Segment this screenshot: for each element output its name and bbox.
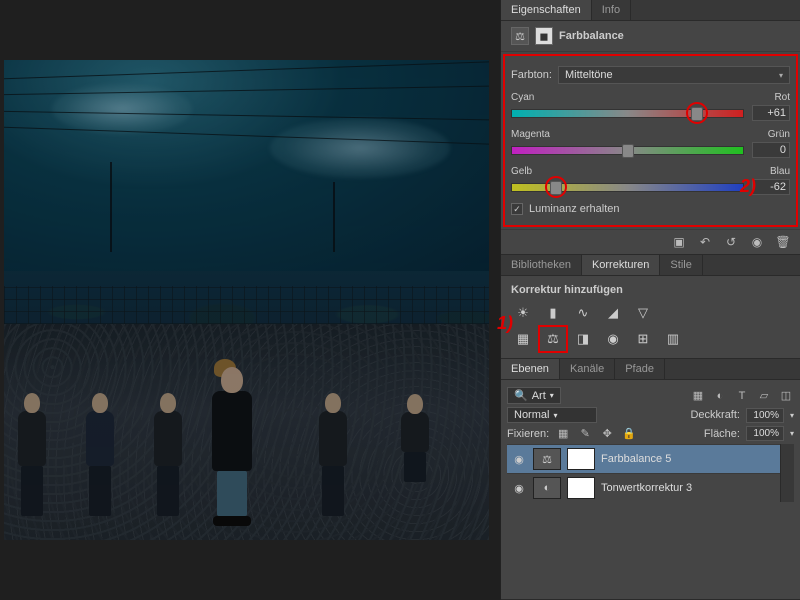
value-cyan-rot[interactable]: +61 (752, 105, 790, 121)
trash-icon[interactable]: 🗑 (774, 234, 792, 250)
eye-icon[interactable]: ◉ (511, 482, 527, 495)
filter-smart-icon[interactable]: ◫ (778, 389, 794, 403)
slider-thumb-mg[interactable] (622, 144, 634, 158)
label-blau: Blau (770, 166, 790, 177)
adjustments-panel: Bibliotheken Korrekturen Stile Korrektur… (501, 255, 800, 359)
clip-icon[interactable]: ▣ (670, 234, 688, 250)
layer-mask-thumb[interactable] (567, 448, 595, 470)
adj-vibrance-icon[interactable]: ▽ (631, 302, 655, 324)
flaeche-label: Fläche: (704, 428, 740, 440)
slider-gelb-blau[interactable] (511, 183, 744, 192)
flaeche-value[interactable]: 100% (746, 426, 784, 441)
adj-hue-icon[interactable]: ▦ (511, 328, 535, 350)
layer-name[interactable]: Tonwertkorrektur 3 (601, 482, 692, 494)
tab-ebenen[interactable]: Ebenen (501, 359, 560, 379)
tab-kanaele[interactable]: Kanäle (560, 359, 615, 379)
layer-adj-thumb[interactable]: ◐ (533, 477, 561, 499)
filter-image-icon[interactable]: ▦ (690, 389, 706, 403)
eye-icon[interactable]: ◉ (511, 453, 527, 466)
label-rot: Rot (774, 92, 790, 103)
luminanz-checkbox[interactable]: ✓ (511, 203, 523, 215)
panels-column: Eigenschaften Info ⚖ ◼ Farbbalance Farbt… (500, 0, 800, 600)
farbton-label: Farbton: (511, 69, 552, 81)
adj-lut-icon[interactable]: ▥ (661, 328, 685, 350)
document-image[interactable] (4, 60, 489, 540)
adj-channelmixer-icon[interactable]: ⊞ (631, 328, 655, 350)
lock-pos-icon[interactable]: ✥ (599, 427, 615, 441)
filter-type-icon[interactable]: T (734, 389, 750, 403)
adj-levels-icon[interactable]: ▮ (541, 302, 565, 324)
korrektur-heading: Korrektur hinzufügen (511, 284, 790, 296)
tab-stile[interactable]: Stile (660, 255, 702, 275)
adj-photofilter-icon[interactable]: ◉ (601, 328, 625, 350)
tab-eigenschaften[interactable]: Eigenschaften (501, 0, 592, 20)
label-cyan: Cyan (511, 92, 534, 103)
slider-thumb-yb[interactable] (550, 181, 562, 195)
tab-bibliotheken[interactable]: Bibliotheken (501, 255, 582, 275)
lock-trans-icon[interactable]: ▦ (555, 427, 571, 441)
slider-magenta-gruen[interactable] (511, 146, 744, 155)
layer-filter-dropdown[interactable]: 🔍Art▾ (507, 387, 561, 404)
filter-shape-icon[interactable]: ▱ (756, 389, 772, 403)
adj-curves-icon[interactable]: ∿ (571, 302, 595, 324)
tab-info[interactable]: Info (592, 0, 631, 20)
layer-row[interactable]: ◉ ⚖ Farbbalance 5 (507, 444, 780, 473)
layer-mask-thumb[interactable] (567, 477, 595, 499)
tab-pfade[interactable]: Pfade (615, 359, 665, 379)
value-gelb-blau[interactable]: -62 (752, 179, 790, 195)
label-gruen: Grün (768, 129, 790, 140)
label-magenta: Magenta (511, 129, 550, 140)
label-gelb: Gelb (511, 166, 532, 177)
mask-icon: ◼ (535, 27, 553, 45)
slider-cyan-rot[interactable] (511, 109, 744, 118)
value-magenta-gruen[interactable]: 0 (752, 142, 790, 158)
luminanz-label: Luminanz erhalten (529, 203, 620, 215)
filter-adj-icon[interactable]: ◐ (712, 389, 728, 403)
slider-thumb-cr[interactable] (691, 107, 703, 121)
farbton-value: Mitteltöne (565, 69, 613, 81)
reset-icon[interactable]: ↺ (722, 234, 740, 250)
scrollbar[interactable] (780, 444, 794, 502)
adj-exposure-icon[interactable]: ◢ (601, 302, 625, 324)
canvas-area (0, 0, 500, 600)
dropdown-arrow-icon: ▾ (779, 71, 783, 80)
layer-row[interactable]: ◉ ◐ Tonwertkorrektur 3 (507, 473, 780, 502)
balance-icon: ⚖ (511, 27, 529, 45)
lock-pixels-icon[interactable]: ✎ (577, 427, 593, 441)
adj-colorbalance-icon[interactable]: ⚖ (541, 328, 565, 350)
deckkraft-value[interactable]: 100% (746, 408, 784, 423)
properties-panel: Eigenschaften Info ⚖ ◼ Farbbalance Farbt… (501, 0, 800, 255)
adj-bw-icon[interactable]: ◨ (571, 328, 595, 350)
layer-adj-thumb[interactable]: ⚖ (533, 448, 561, 470)
lock-all-icon[interactable]: 🔒 (621, 427, 637, 441)
blend-mode-dropdown[interactable]: Normal▾ (507, 407, 597, 423)
layer-name[interactable]: Farbbalance 5 (601, 453, 671, 465)
tab-korrekturen[interactable]: Korrekturen (582, 255, 660, 275)
properties-title: Farbbalance (559, 30, 624, 42)
prev-icon[interactable]: ↶ (696, 234, 714, 250)
fixieren-label: Fixieren: (507, 428, 549, 440)
farbton-dropdown[interactable]: Mitteltöne ▾ (558, 66, 790, 84)
layers-panel: Ebenen Kanäle Pfade 🔍Art▾ ▦ ◐ T ▱ ◫ Norm… (501, 359, 800, 600)
visibility-icon[interactable]: ◉ (748, 234, 766, 250)
adj-brightness-icon[interactable]: ☀ (511, 302, 535, 324)
annotation-box-2: Farbton: Mitteltöne ▾ Cyan Rot +61 (503, 54, 798, 227)
deckkraft-label: Deckkraft: (690, 409, 740, 421)
